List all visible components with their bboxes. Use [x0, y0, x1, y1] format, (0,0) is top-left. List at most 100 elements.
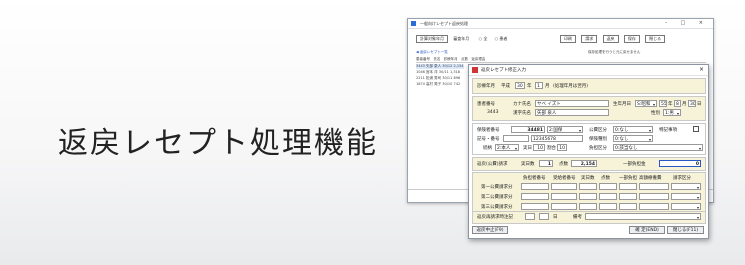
relation-select[interactable]: 2:本人: [495, 144, 519, 151]
recipient-no-input[interactable]: [551, 183, 577, 190]
list-row[interactable]: 1046 宮本 洋 30/11 1,318: [416, 70, 460, 75]
patient-no: 3443: [487, 110, 499, 115]
kana-label: カナ氏名: [513, 102, 531, 107]
recipient-no-input[interactable]: [551, 203, 577, 210]
points-label: 点数: [559, 162, 568, 167]
list-row[interactable]: 3443 矢部 泉人 30/12 2,154: [416, 64, 464, 69]
claim-month-panel: 診療年月 平成 30 年 1 月 (処理年月は翌月): [472, 78, 706, 94]
birth-day-input[interactable]: 30: [688, 100, 696, 107]
points-input[interactable]: [599, 183, 617, 190]
note-input-2[interactable]: [539, 213, 549, 220]
copay-select[interactable]: 0:該当なし: [613, 144, 703, 151]
birth-label: 生年月日: [613, 102, 631, 107]
save-button[interactable]: 保存: [623, 35, 640, 43]
payer-no-input[interactable]: [521, 203, 549, 210]
claim-type-select[interactable]: [671, 193, 701, 200]
payer-no-input[interactable]: [521, 193, 549, 200]
radio-patient[interactable]: ○ 患者: [495, 36, 508, 41]
grid-col-claim-type: 請求区分: [673, 176, 691, 181]
title-bar: 一般向けレセプト返戻処理 - □ ×: [408, 19, 713, 29]
claim-button[interactable]: 請求: [581, 35, 598, 43]
points-input[interactable]: 2,154: [571, 160, 597, 167]
sex-select[interactable]: 1:男: [663, 109, 681, 116]
claim-type-select[interactable]: [671, 183, 701, 190]
row-no: 1874: [416, 82, 425, 86]
month-unit: 月: [545, 84, 550, 89]
highcost-input[interactable]: [639, 203, 669, 210]
exam-month-label: 審査年月: [453, 36, 470, 41]
highcost-input[interactable]: [639, 183, 669, 190]
days-input[interactable]: [579, 193, 597, 200]
col-points: 点数: [461, 57, 469, 61]
remarks-select[interactable]: [585, 213, 701, 220]
row-ym: 30/10: [442, 82, 453, 86]
cancel-return-button[interactable]: 返戻中止(F9): [472, 226, 508, 234]
list-link[interactable]: ◀ 返戻レセプト一覧: [416, 50, 448, 55]
symbol-label: 記号・番号: [477, 137, 500, 142]
close-button[interactable]: 閉じる: [645, 35, 666, 43]
dialog-title: 返戻レセプト修正入力: [481, 68, 526, 73]
confirm-button[interactable]: 確 定(END): [629, 226, 665, 234]
radio-all[interactable]: ○ 全: [479, 36, 488, 41]
copay-input[interactable]: [619, 193, 637, 200]
points-input[interactable]: [599, 203, 617, 210]
total-claim-label: 返戻(公費)請求: [477, 162, 508, 167]
grid-row: 第二公費請求分: [473, 193, 705, 201]
row-ym: 30/12: [442, 64, 453, 68]
claim-total-panel: 返戻(公費)請求 実日数 1 点数 2,154 一部負担金 0: [472, 157, 706, 171]
claim-month-input[interactable]: 1: [535, 82, 543, 89]
days-input[interactable]: [579, 203, 597, 210]
row-points: 2,154: [453, 64, 464, 68]
birth-month-input[interactable]: 8: [674, 100, 681, 107]
list-row[interactable]: 1874 高村 晃子 30/10 742: [416, 82, 460, 87]
grid-row-label: 第三公費請求分: [481, 205, 513, 210]
claim-year-input[interactable]: 30: [515, 82, 525, 89]
close-dialog-button[interactable]: 閉じる(F11): [667, 226, 704, 234]
number-input[interactable]: 12345678: [531, 135, 583, 142]
grid-row: 第三公費請求分: [473, 203, 705, 211]
return-button[interactable]: 返戻: [602, 35, 619, 43]
claim-type-select[interactable]: [671, 203, 701, 210]
sex-label: 性別: [651, 111, 660, 116]
num-days-input[interactable]: 1: [539, 160, 553, 167]
symbol-input[interactable]: [503, 135, 529, 142]
public-select[interactable]: 0:なし: [613, 126, 653, 133]
note-input-1[interactable]: [525, 213, 535, 220]
special-checkbox[interactable]: [693, 126, 699, 132]
recipient-no-input[interactable]: [551, 193, 577, 200]
grid-row-label: 第二公費請求分: [481, 195, 513, 200]
name-input[interactable]: 矢部 泉人: [535, 109, 609, 116]
claim-month-button[interactable]: 計算対象年月: [416, 35, 448, 43]
close-icon[interactable]: ×: [699, 66, 704, 73]
kana-input[interactable]: ヤベ イズト: [535, 100, 609, 107]
copay-label: 負担区分: [589, 146, 607, 151]
partial-input[interactable]: 0: [659, 160, 701, 167]
payer-no-input[interactable]: [521, 183, 549, 190]
year-unit: 年: [527, 84, 532, 89]
save-note: 保存処理を行うと元に戻せません: [588, 50, 641, 54]
list-header: 患者番号 氏名 診療年月 点数 返戻理由: [416, 57, 706, 63]
special-label: 特記事項: [659, 128, 677, 133]
birth-year-input[interactable]: 55: [659, 100, 667, 107]
window-controls[interactable]: - □ ×: [665, 20, 709, 26]
days-input[interactable]: 10: [533, 144, 545, 151]
insurer-label: 保険者番号: [477, 128, 500, 133]
ratio-label: 割合: [547, 146, 556, 151]
list-row[interactable]: 2211 松浦 秀司 30/11 896: [416, 76, 460, 81]
points-input[interactable]: [599, 193, 617, 200]
toolbar: 計算対象年月 審査年月 ○ 全 ○ 患者: [416, 35, 507, 43]
category-select[interactable]: 0:なし: [613, 135, 653, 142]
category-label: 保険種別: [589, 137, 607, 142]
highcost-input[interactable]: [639, 193, 669, 200]
copay-input[interactable]: [619, 203, 637, 210]
insurer-no-input[interactable]: 34481: [511, 126, 545, 133]
copay-input[interactable]: [619, 183, 637, 190]
insurance-type-select[interactable]: 2:国保: [547, 126, 583, 133]
birth-era-select[interactable]: S:昭和: [635, 100, 657, 107]
row-points: 742: [453, 82, 461, 86]
ratio-input[interactable]: 10: [557, 144, 567, 151]
print-button[interactable]: 印刷: [560, 35, 576, 43]
days-input[interactable]: [579, 183, 597, 190]
relation-label: 続柄: [483, 146, 492, 151]
col-ym: 診療年月: [443, 57, 458, 61]
